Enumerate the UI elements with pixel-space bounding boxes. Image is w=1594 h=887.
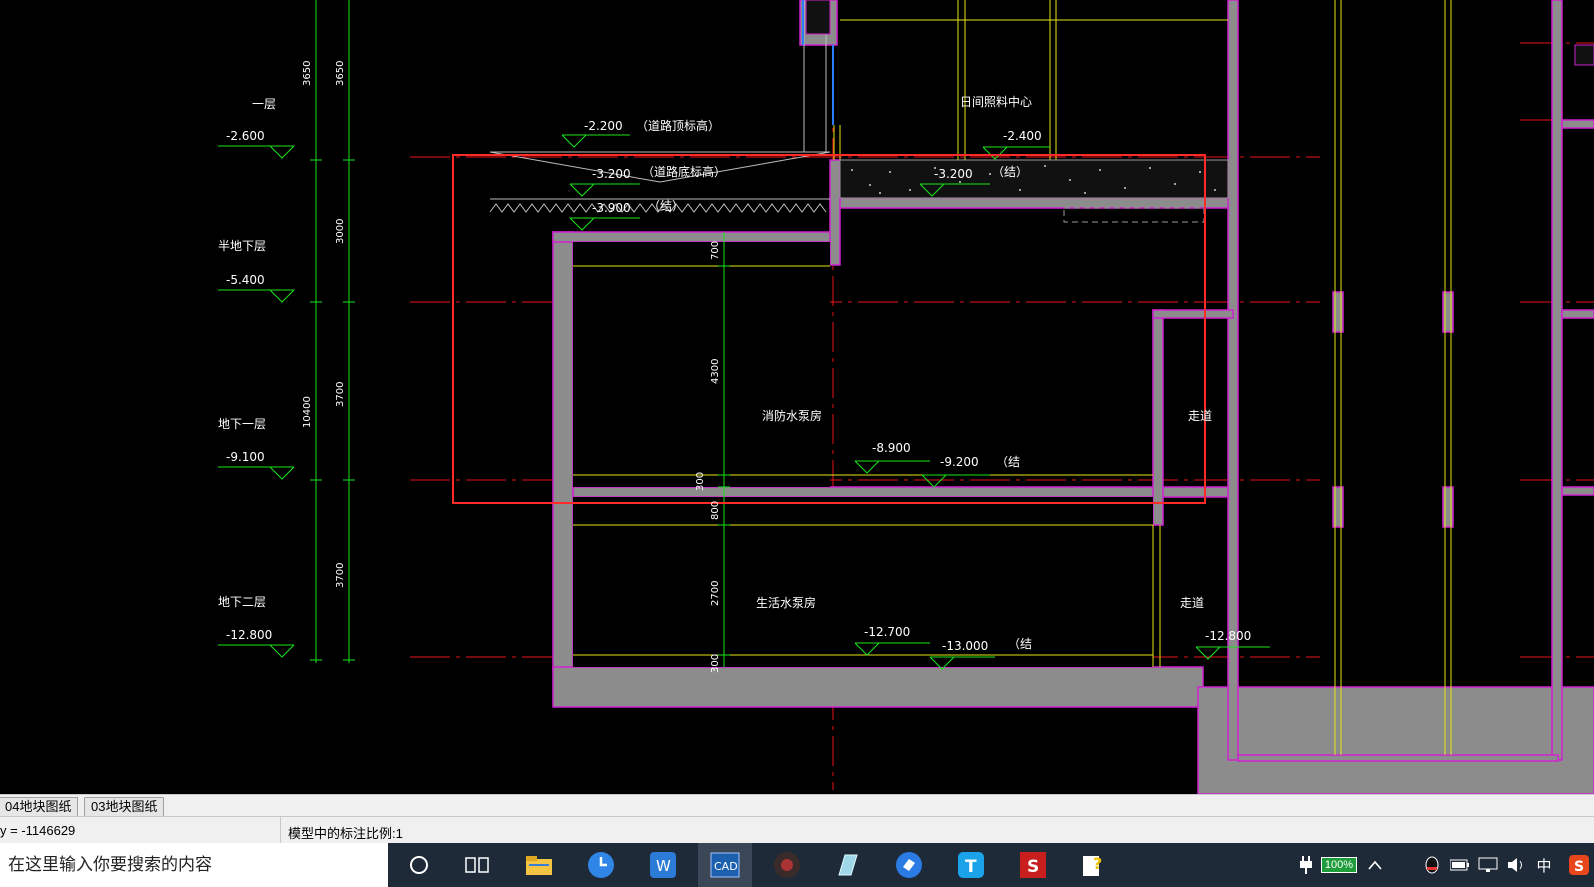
daycare-struct-elev: -3.200	[934, 167, 973, 181]
dim-left-1b: 3650	[335, 61, 346, 86]
layout-tab-bar: 04地块图纸 03地块图纸	[0, 794, 1594, 817]
s-app-icon[interactable]: S	[1006, 843, 1060, 887]
road-bottom-elev: -3.200	[592, 167, 631, 181]
dim-inner-2: 4300	[710, 359, 721, 384]
help-note-icon[interactable]: ?	[1066, 843, 1120, 887]
chevron-up-icon[interactable]	[1364, 843, 1386, 887]
elev-ground: -2.600	[226, 129, 265, 143]
dim-left-1: 3650	[302, 61, 313, 86]
ime-indicator[interactable]: 中	[1532, 843, 1556, 887]
network-icon[interactable]	[1476, 843, 1500, 887]
file-explorer-icon[interactable]	[512, 843, 566, 887]
wps-writer-icon[interactable]: W	[636, 843, 690, 887]
elev-semi-basement: -5.400	[226, 273, 265, 287]
battery-percent: 100%	[1320, 857, 1358, 873]
coordinate-readout: y = -1146629	[0, 823, 76, 838]
road-bottom-note: （道路底标高）	[642, 164, 726, 179]
cortana-icon[interactable]	[392, 843, 446, 887]
dim-left-4: 3700	[335, 563, 346, 588]
dim-inner-1: 700	[710, 241, 721, 260]
dom-struct-note: （结	[1008, 637, 1032, 651]
svg-text:W: W	[656, 857, 671, 875]
level-label-b2: 地下二层	[218, 595, 266, 609]
level-label-b1: 地下一层	[218, 417, 266, 431]
task-view-icon[interactable]	[450, 843, 504, 887]
feishu-app-icon[interactable]	[882, 843, 936, 887]
dim-inner-3: 300	[695, 472, 706, 491]
svg-text:CAD: CAD	[714, 860, 738, 873]
daycare-struct-note: （结）	[992, 165, 1028, 179]
elev-b2: -12.800	[226, 628, 272, 642]
elev-b1: -9.100	[226, 450, 265, 464]
road-top-note: （道路顶标高）	[636, 118, 720, 133]
svg-text:S: S	[1027, 857, 1039, 877]
dim-inner-4: 800	[710, 501, 721, 520]
edge-detail	[1574, 44, 1594, 66]
corridor-floor-elev: -12.800	[1205, 629, 1251, 643]
layout-tab-03[interactable]: 03地块图纸	[84, 797, 165, 816]
window-detail	[805, 0, 831, 35]
clock-app-icon[interactable]	[574, 843, 628, 887]
taskbar-search-input[interactable]: 在这里输入你要搜索的内容	[0, 843, 388, 887]
fire-floor-elev: -8.900	[872, 441, 911, 455]
topping-slab	[839, 159, 1229, 199]
daycare-floor-elev: -2.400	[1003, 129, 1042, 143]
room-corridor-1: 走道	[1188, 409, 1212, 423]
fire-struct-elev: -9.200	[940, 455, 979, 469]
cad-drawing-canvas[interactable]: 一层 半地下层 地下一层 地下二层 -2.600 -5.400 -9.100 -…	[0, 0, 1594, 794]
volume-icon[interactable]	[1504, 843, 1528, 887]
media-player-icon[interactable]	[760, 843, 814, 887]
room-domestic-pump: 生活水泵房	[756, 595, 816, 610]
dim-total: 10400	[302, 396, 313, 428]
status-separator	[280, 817, 281, 844]
annotation-scale[interactable]: 模型中的标注比例:1	[288, 823, 403, 842]
level-label-ground: 一层	[252, 97, 276, 111]
room-corridor-2: 走道	[1180, 596, 1204, 610]
layout-tab-04[interactable]: 04地块图纸	[0, 797, 79, 816]
text-app-icon[interactable]: T	[944, 843, 998, 887]
svg-text:?: ?	[1093, 854, 1102, 873]
dom-floor-elev: -12.700	[864, 625, 910, 639]
qq-penguin-icon[interactable]	[1420, 843, 1444, 887]
dim-inner-6: 300	[710, 654, 721, 673]
cad-app-icon[interactable]: CAD	[698, 843, 752, 887]
windows-taskbar: 在这里输入你要搜索的内容 W CAD T S ? 100% 中 S	[0, 843, 1594, 887]
sogou-ime-icon[interactable]: S	[1564, 843, 1594, 887]
dim-inner-5: 2700	[710, 581, 721, 606]
glass-app-icon[interactable]	[820, 843, 874, 887]
level-label-semi-basement: 半地下层	[218, 239, 266, 253]
soil-elev: -3.900	[592, 201, 631, 215]
svg-text:S: S	[1574, 859, 1584, 875]
room-daycare: 日间照料中心	[960, 94, 1032, 109]
svg-text:T: T	[965, 857, 977, 877]
dim-left-2: 3000	[335, 219, 346, 244]
fire-struct-note: （结	[996, 455, 1020, 469]
dom-struct-elev: -13.000	[942, 639, 988, 653]
soil-note: （结）	[648, 199, 684, 213]
road-top-elev: -2.200	[584, 119, 623, 133]
dim-left-3: 3700	[335, 382, 346, 407]
status-bar: y = -1146629 模型中的标注比例:1	[0, 816, 1594, 844]
battery-icon[interactable]	[1448, 843, 1472, 887]
battery-indicator[interactable]: 100%	[1316, 843, 1362, 887]
room-fire-pump: 消防水泵房	[762, 408, 822, 423]
power-plug-icon[interactable]	[1296, 843, 1316, 887]
